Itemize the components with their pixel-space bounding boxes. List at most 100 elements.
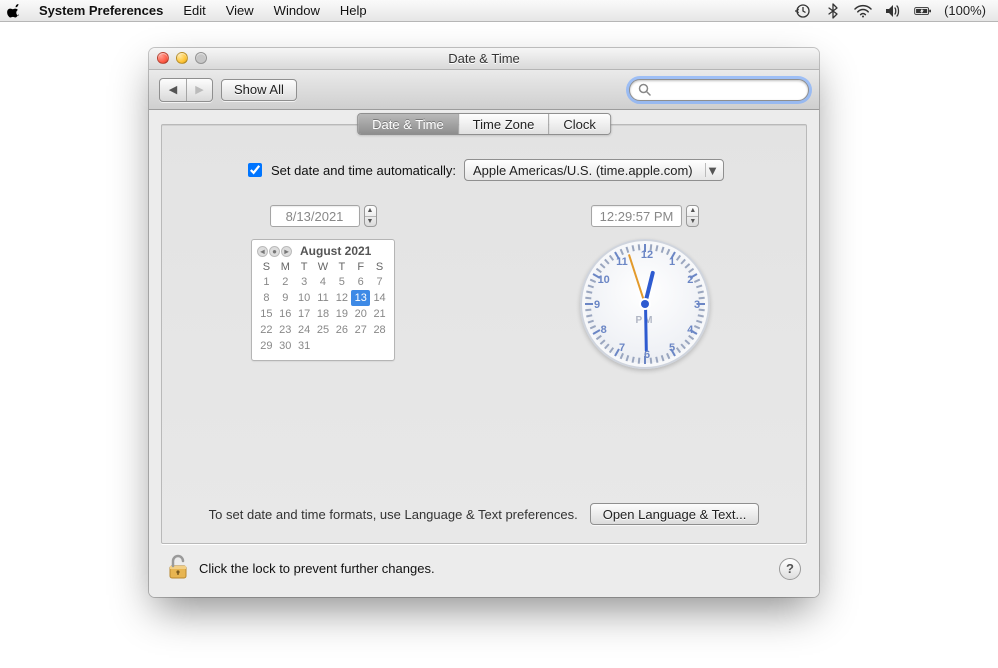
- show-all-label: Show All: [234, 82, 284, 97]
- apple-logo-icon[interactable]: [6, 3, 22, 19]
- menu-view[interactable]: View: [217, 0, 263, 22]
- time-server-combo[interactable]: Apple Americas/U.S. (time.apple.com) ▼: [464, 159, 724, 181]
- search-field[interactable]: [629, 79, 809, 101]
- preferences-window: Date & Time ◀ ▶ Show All Date & Time Tim…: [149, 48, 819, 597]
- open-language-text-label: Open Language & Text...: [603, 507, 747, 522]
- date-step-down-icon[interactable]: ▼: [365, 217, 376, 227]
- time-field-wrap: 12:29:57 PM ▲ ▼: [591, 205, 700, 227]
- calendar-day[interactable]: 26: [332, 322, 351, 338]
- menu-window[interactable]: Window: [265, 0, 329, 22]
- calendar-day[interactable]: 10: [295, 290, 314, 306]
- calendar-day[interactable]: 25: [314, 322, 333, 338]
- calendar-day[interactable]: 8: [257, 290, 276, 306]
- tab-date-time[interactable]: Date & Time: [358, 114, 458, 134]
- tab-clock[interactable]: Clock: [548, 114, 610, 134]
- calendar-day[interactable]: 17: [295, 306, 314, 322]
- calendar-day[interactable]: 22: [257, 322, 276, 338]
- calendar-day[interactable]: 30: [276, 338, 295, 354]
- show-all-button[interactable]: Show All: [221, 79, 297, 101]
- tab-time-zone[interactable]: Time Zone: [458, 114, 549, 134]
- date-field[interactable]: 8/13/2021: [270, 205, 360, 227]
- clock-tick: [684, 263, 690, 269]
- help-button[interactable]: ?: [779, 558, 801, 580]
- calendar-day[interactable]: 11: [314, 290, 333, 306]
- lock-row: Click the lock to prevent further change…: [161, 544, 807, 589]
- time-field[interactable]: 12:29:57 PM: [591, 205, 683, 227]
- calendar-day[interactable]: 19: [332, 306, 351, 322]
- battery-icon[interactable]: [914, 2, 932, 20]
- time-value: 12:29:57 PM: [600, 209, 674, 224]
- calendar-day[interactable]: 6: [351, 274, 370, 290]
- calendar-day[interactable]: 2: [276, 274, 295, 290]
- calendar[interactable]: ◂ ● ▸ August 2021 SMTWTFS 12345678910111…: [251, 239, 395, 361]
- calendar-day[interactable]: 16: [276, 306, 295, 322]
- clock-tick: [655, 245, 658, 251]
- calendar-day[interactable]: 5: [332, 274, 351, 290]
- clock-tick: [620, 249, 624, 255]
- clock-minute-hand: [644, 304, 648, 352]
- formats-row: To set date and time formats, use Langua…: [162, 503, 806, 525]
- clock-tick: [638, 244, 641, 250]
- calendar-grid: 1234567891011121314151617181920212223242…: [257, 274, 389, 354]
- volume-icon[interactable]: [884, 2, 902, 20]
- calendar-day[interactable]: 14: [370, 290, 389, 306]
- open-language-text-button[interactable]: Open Language & Text...: [590, 503, 760, 525]
- clock-tick: [684, 339, 690, 345]
- calendar-day[interactable]: 27: [351, 322, 370, 338]
- lock-open-icon[interactable]: [167, 554, 189, 583]
- time-machine-icon[interactable]: [794, 2, 812, 20]
- clock-tick: [638, 358, 641, 364]
- calendar-day[interactable]: 24: [295, 322, 314, 338]
- auto-checkbox-label[interactable]: Set date and time automatically:: [244, 160, 456, 180]
- date-step-up-icon[interactable]: ▲: [365, 206, 376, 217]
- calendar-day[interactable]: 12: [332, 290, 351, 306]
- calendar-day[interactable]: 29: [257, 338, 276, 354]
- cal-next-icon[interactable]: ▸: [281, 246, 292, 257]
- minimize-icon[interactable]: [176, 52, 188, 64]
- forward-button[interactable]: ▶: [186, 79, 212, 101]
- calendar-dow-cell: M: [276, 260, 295, 274]
- calendar-day[interactable]: 20: [351, 306, 370, 322]
- auto-checkbox[interactable]: [248, 163, 262, 177]
- zoom-icon[interactable]: [195, 52, 207, 64]
- clock-tick: [644, 356, 646, 364]
- search-input[interactable]: [654, 81, 802, 98]
- calendar-day[interactable]: 18: [314, 306, 333, 322]
- close-icon[interactable]: [157, 52, 169, 64]
- calendar-day[interactable]: 31: [295, 338, 314, 354]
- calendar-day[interactable]: 28: [370, 322, 389, 338]
- calendar-day[interactable]: 13: [351, 290, 370, 306]
- clock-tick: [696, 285, 702, 289]
- menu-help[interactable]: Help: [331, 0, 376, 22]
- clock-tick: [588, 320, 594, 324]
- calendar-day[interactable]: 4: [314, 274, 333, 290]
- clock-numeral: 11: [612, 256, 632, 268]
- app-name[interactable]: System Preferences: [30, 0, 172, 22]
- time-stepper[interactable]: ▲ ▼: [686, 205, 699, 227]
- menu-edit[interactable]: Edit: [174, 0, 214, 22]
- cal-today-icon[interactable]: ●: [269, 246, 280, 257]
- analog-clock: PM 123456789101112: [580, 239, 710, 369]
- date-stepper[interactable]: ▲ ▼: [364, 205, 377, 227]
- calendar-day[interactable]: 23: [276, 322, 295, 338]
- calendar-month: August 2021: [300, 244, 371, 258]
- calendar-day[interactable]: 9: [276, 290, 295, 306]
- clock-tick: [600, 263, 606, 269]
- pane-tabs: Date & Time Time Zone Clock: [357, 113, 611, 135]
- calendar-day[interactable]: 1: [257, 274, 276, 290]
- wifi-icon[interactable]: [854, 2, 872, 20]
- toolbar: ◀ ▶ Show All: [149, 70, 819, 110]
- time-step-up-icon[interactable]: ▲: [687, 206, 698, 217]
- back-button[interactable]: ◀: [160, 79, 186, 101]
- calendar-day[interactable]: 15: [257, 306, 276, 322]
- bluetooth-icon[interactable]: [824, 2, 842, 20]
- cal-prev-icon[interactable]: ◂: [257, 246, 268, 257]
- calendar-day[interactable]: 21: [370, 306, 389, 322]
- calendar-header: ◂ ● ▸ August 2021: [257, 244, 389, 258]
- calendar-day[interactable]: 7: [370, 274, 389, 290]
- time-step-down-icon[interactable]: ▼: [687, 217, 698, 227]
- calendar-dow-cell: T: [332, 260, 351, 274]
- clock-tick: [661, 247, 665, 253]
- clock-tick: [586, 314, 592, 317]
- calendar-day[interactable]: 3: [295, 274, 314, 290]
